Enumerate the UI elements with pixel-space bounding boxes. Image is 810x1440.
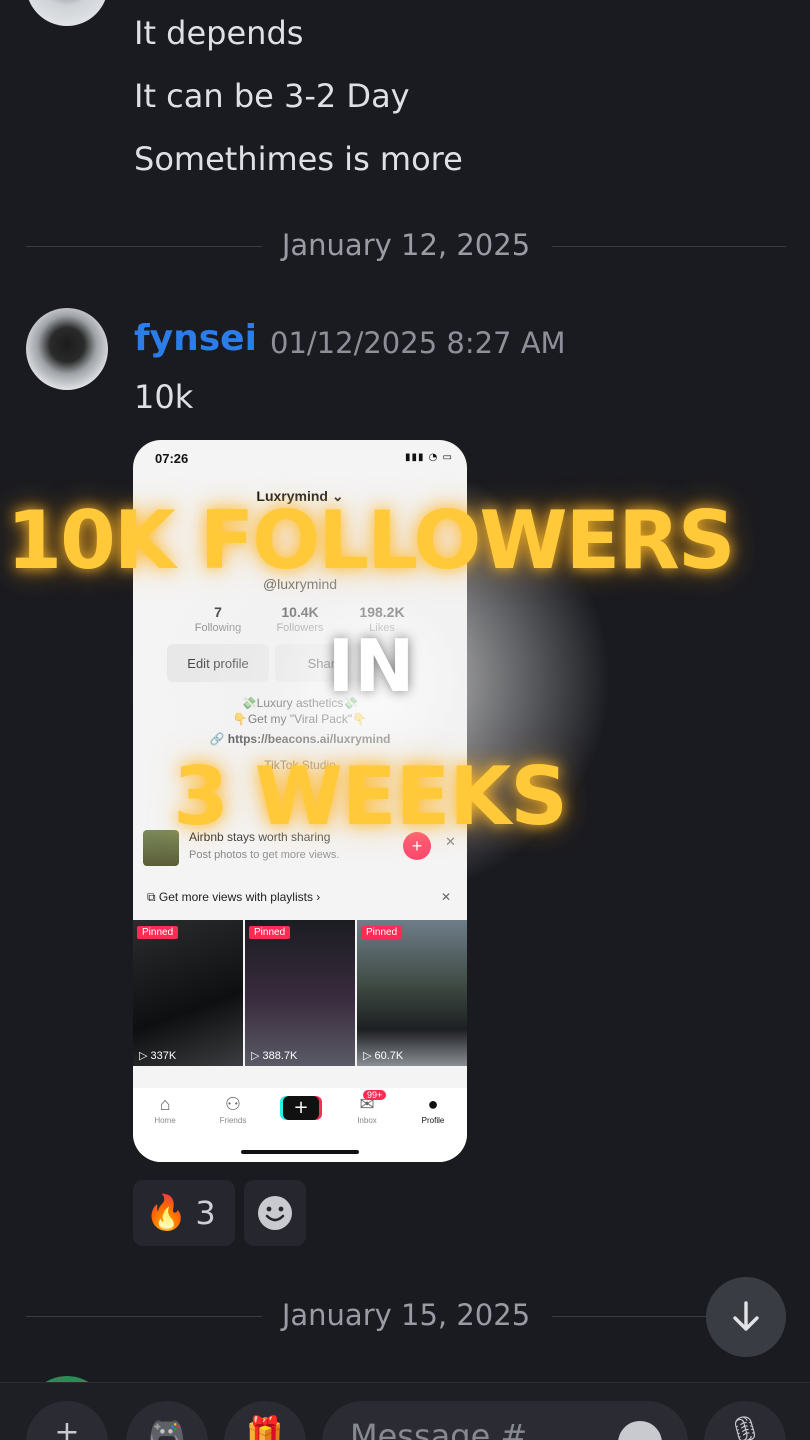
- video-tile-2: Pinned ▷ 388.7K: [245, 920, 355, 1066]
- nav-friends: ⚇ Friends: [203, 1094, 263, 1125]
- message-line-2: It can be 3-2 Day: [134, 77, 410, 115]
- bio-link: 🔗 https://beacons.ai/luxrymind: [209, 732, 391, 746]
- overlay-weeks: 3 WEEKS: [173, 750, 568, 843]
- user-avatar[interactable]: [26, 308, 108, 390]
- home-icon: ⌂: [159, 1094, 171, 1114]
- status-time: 07:26: [155, 451, 189, 466]
- friends-icon: ⚇: [224, 1094, 242, 1114]
- overlay-in: IN: [327, 624, 415, 708]
- create-icon: +: [283, 1096, 319, 1120]
- reaction-count: 3: [195, 1194, 216, 1232]
- bio-line-2: 👇Get my "Viral Pack"👇: [232, 712, 368, 726]
- nav-home: ⌂ Home: [135, 1094, 195, 1125]
- message-text: 10k: [134, 378, 194, 416]
- reaction-fire[interactable]: 🔥 3: [133, 1180, 235, 1246]
- video-tile-1: Pinned ▷ 337K: [133, 920, 243, 1066]
- gift-button[interactable]: 🎁: [224, 1401, 306, 1440]
- date-divider-text-2: January 15, 2025: [281, 1298, 531, 1332]
- inbox-badge: 99+: [363, 1090, 387, 1100]
- date-divider-text: January 12, 2025: [281, 228, 531, 262]
- overlay-headline: 10K FOLLOWERS: [6, 494, 735, 587]
- plus-icon: +: [54, 1415, 80, 1440]
- add-attachment-button[interactable]: +: [26, 1401, 108, 1440]
- status-icons: ▮▮▮ ◔ ▭: [404, 452, 453, 463]
- message-placeholder: Message #: [350, 1417, 528, 1440]
- emoji-icon[interactable]: [618, 1421, 662, 1440]
- message-line-3: Somethimes is more: [134, 140, 463, 178]
- date-divider: January 12, 2025: [26, 226, 786, 266]
- home-indicator: [241, 1150, 359, 1154]
- profile-icon: ●: [427, 1094, 439, 1114]
- add-reaction-button[interactable]: [244, 1180, 306, 1246]
- fire-icon: 🔥: [145, 1193, 188, 1233]
- activities-button[interactable]: 🎮: [126, 1401, 208, 1440]
- smiley-add-icon: [258, 1196, 292, 1230]
- previous-avatar[interactable]: [26, 0, 108, 26]
- playlist-close-icon: ✕: [440, 890, 451, 904]
- message-line-1: It depends: [134, 14, 304, 52]
- playlist-prompt: ⧉ Get more views with playlists ›: [147, 890, 321, 904]
- arrow-down-icon: [733, 1301, 759, 1331]
- gamepad-icon: 🎮: [148, 1415, 186, 1440]
- date-divider-2: January 15, 2025: [26, 1296, 786, 1336]
- composer-bar: + 🎮 🎁 Message # 🎙: [0, 1382, 810, 1440]
- username[interactable]: fynsei: [134, 318, 257, 359]
- card-subtitle: Post photos to get more views.: [189, 849, 340, 861]
- voice-message-button[interactable]: 🎙: [704, 1401, 786, 1440]
- app-nav-bar: ⌂ Home ⚇ Friends + ✉ Inbox 99+ ● Profile: [133, 1088, 467, 1162]
- microphone-icon: 🎙: [725, 1415, 765, 1440]
- jump-to-bottom-button[interactable]: [706, 1277, 786, 1357]
- message-timestamp: 01/12/2025 8:27 AM: [270, 326, 566, 360]
- video-tile-3: Pinned ▷ 60.7K: [357, 920, 467, 1066]
- nav-profile: ● Profile: [403, 1094, 463, 1125]
- message-input[interactable]: Message #: [322, 1401, 688, 1440]
- gift-icon: 🎁: [246, 1415, 284, 1440]
